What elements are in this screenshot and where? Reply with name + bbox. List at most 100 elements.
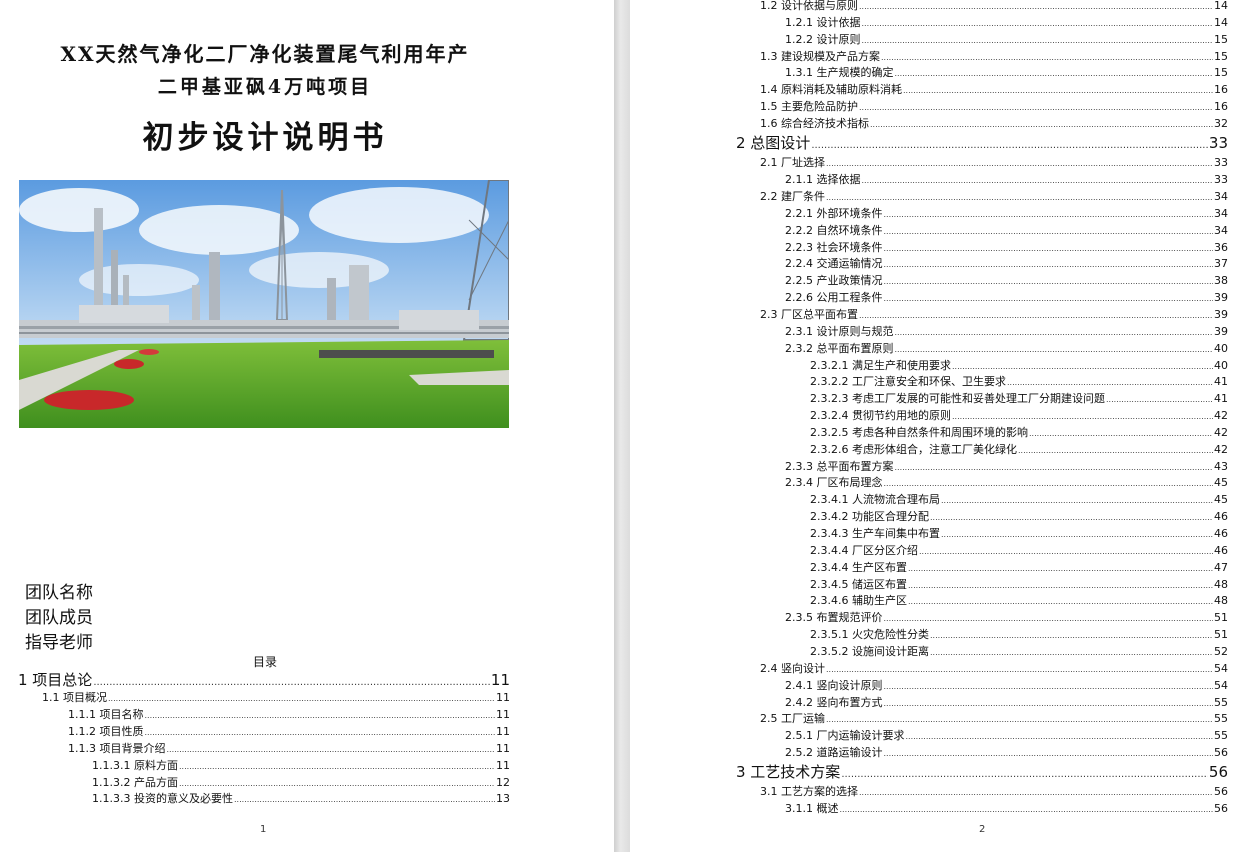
page-number: 1 [260,824,267,835]
toc-entry[interactable]: 1.3 建设规模及产品方案 15 [760,49,1228,65]
advisor-label: 指导老师 [25,633,93,653]
toc-entry-page: 12 [496,775,510,789]
toc-leader-dots [884,695,1214,712]
toc-entry[interactable]: 1.6 综合经济技术指标 32 [760,116,1228,132]
toc-entry[interactable]: 3.1 工艺方案的选择 56 [760,784,1228,800]
toc-entry[interactable]: 2.1.1 选择依据 33 [785,172,1228,188]
toc-entry[interactable]: 2.2 建厂条件 34 [760,189,1228,205]
toc-entry-page: 54 [1214,678,1228,692]
toc-entry[interactable]: 2.2.5 产业政策情况 38 [785,273,1228,289]
toc-entry[interactable]: 2.3.4.4 生产区布置 47 [810,560,1228,576]
toc-entry-page: 55 [1214,695,1228,709]
toc-entry[interactable]: 2.3.2.1 满足生产和使用要求 40 [810,358,1228,374]
toc-entry[interactable]: 2.3.4.1 人流物流合理布局 45 [810,492,1228,508]
toc-entry[interactable]: 2.1 厂址选择 33 [760,155,1228,171]
toc-leader-dots [895,341,1214,358]
toc-entry[interactable]: 1.1.3.2 产品方面 12 [92,775,510,791]
team-members-label: 团队成员 [25,608,93,628]
toc-entry[interactable]: 2.3.2.5 考虑各种自然条件和周围环境的影响 42 [810,425,1228,441]
toc-entry[interactable]: 2.3 厂区总平面布置 39 [760,307,1228,323]
toc-entry[interactable]: 2.5 工厂运输 55 [760,711,1228,727]
toc-entry[interactable]: 2.2.2 自然环境条件 34 [785,223,1228,239]
toc-entry[interactable]: 2.4.2 竖向布置方式 55 [785,695,1228,711]
toc-entry[interactable]: 2.3.5.2 设施间设计距离 52 [810,644,1228,660]
toc-entry[interactable]: 2.3.2.2 工厂注意安全和环保、卫生要求 41 [810,374,1228,390]
toc-entry-label: 1 项目总论 [18,671,93,689]
toc-entry-page: 43 [1214,459,1228,473]
toc-leader-dots [884,745,1214,762]
toc-entry-label: 1.3.1 生产规模的确定 [785,66,894,80]
toc-entry-label: 2.5.1 厂内运输设计要求 [785,729,905,743]
toc-entry[interactable]: 1.2.2 设计原则 15 [785,32,1228,48]
toc-entry[interactable]: 1.1.3.3 投资的意义及必要性 13 [92,791,510,807]
toc-leader-dots [826,711,1213,728]
toc-entry[interactable]: 2.3.4.6 辅助生产区 48 [810,593,1228,609]
toc-entry[interactable]: 2.3.4.3 生产车间集中布置 46 [810,526,1228,542]
toc-entry-label: 2.4.2 竖向布置方式 [785,695,883,709]
toc-entry[interactable]: 1.2 设计依据与原则 14 [760,0,1228,14]
toc-entry[interactable]: 2.2.4 交通运输情况 37 [785,256,1228,272]
toc-leader-dots [826,155,1213,172]
toc-entry-page: 55 [1214,729,1228,743]
toc-entry[interactable]: 2.3.4.5 储运区布置 48 [810,577,1228,593]
toc-entry[interactable]: 2 总图设计 33 [736,133,1228,153]
toc-entry[interactable]: 1.1.2 项目性质 11 [68,724,510,740]
toc-entry[interactable]: 2.3.5 布置规范评价 51 [785,610,1228,626]
toc-entry[interactable]: 2.3.2.6 考虑形体组合，注意工厂美化绿化 42 [810,442,1228,458]
toc-entry-label: 2.4.1 竖向设计原则 [785,678,883,692]
toc-entry-label: 1.2.2 设计原则 [785,32,861,46]
toc-entry[interactable]: 2.3.5.1 火灾危险性分类 51 [810,627,1228,643]
team-name-label: 团队名称 [25,583,93,603]
toc-entry-label: 3.1.1 概述 [785,802,839,816]
toc-leader-dots [108,690,495,707]
toc-entry-page: 39 [1214,291,1228,305]
toc-entry-page: 56 [1208,762,1228,781]
toc-entry[interactable]: 3 工艺技术方案 56 [736,762,1228,782]
toc-leader-dots [884,240,1214,257]
toc-entry-label: 2.1 厂址选择 [760,156,825,170]
toc-entry-page: 42 [1214,442,1228,456]
toc-entry[interactable]: 2.3.4 厂区布局理念 45 [785,475,1228,491]
toc-entry-label: 2.3.2.2 工厂注意安全和环保、卫生要求 [810,375,1006,389]
toc-entry[interactable]: 2.3.2.3 考虑工厂发展的可能性和妥善处理工厂分期建设问题 41 [810,391,1228,407]
toc-leader-dots [862,32,1214,49]
toc-entry[interactable]: 2.3.1 设计原则与规范 39 [785,324,1228,340]
toc-entry[interactable]: 2.5.2 道路运输设计 56 [785,745,1228,761]
toc-entry[interactable]: 2.2.3 社会环境条件 36 [785,240,1228,256]
toc-entry-page: 42 [1214,425,1228,439]
toc-entry-label: 2.2.4 交通运输情况 [785,257,883,271]
toc-entry[interactable]: 2.2.1 外部环境条件 34 [785,206,1228,222]
toc-entry[interactable]: 1.1.3.1 原料方面 11 [92,758,510,774]
toc-entry[interactable]: 2.4 竖向设计 54 [760,661,1228,677]
toc-entry-page: 52 [1214,644,1228,658]
toc-entry-label: 2.3.4.1 人流物流合理布局 [810,493,940,507]
page-number: 2 [979,824,986,835]
toc-entry[interactable]: 2.3.2.4 贯彻节约用地的原则 42 [810,408,1228,424]
toc-entry[interactable]: 1.5 主要危险品防护 16 [760,99,1228,115]
toc-entry[interactable]: 2.4.1 竖向设计原则 54 [785,678,1228,694]
toc-leader-dots [841,762,1208,785]
toc-entry-label: 2.3.2.1 满足生产和使用要求 [810,358,951,372]
toc-entry[interactable]: 1.1.3 项目背景介绍 11 [68,741,510,757]
toc-entry-page: 37 [1214,257,1228,271]
toc-entry-page: 39 [1214,324,1228,338]
toc-entry[interactable]: 1.1.1 项目名称 11 [68,707,510,723]
toc-entry[interactable]: 1 项目总论 11 [18,670,510,690]
toc-entry[interactable]: 1.1 项目概况 11 [42,690,510,706]
toc-entry[interactable]: 2.3.4.4 厂区分区介绍 46 [810,543,1228,559]
toc-entry[interactable]: 1.2.1 设计依据 14 [785,15,1228,31]
toc-entry-page: 11 [496,724,510,738]
toc-entry-label: 2.2.2 自然环境条件 [785,223,883,237]
toc-entry-page: 51 [1214,628,1228,642]
toc-entry[interactable]: 2.3.4.2 功能区合理分配 46 [810,509,1228,525]
toc-entry[interactable]: 2.2.6 公用工程条件 39 [785,290,1228,306]
toc-entry[interactable]: 1.3.1 生产规模的确定 15 [785,65,1228,81]
cover-title-line2: 二甲基亚砜4万吨项目 [157,76,373,98]
toc-leader-dots [859,0,1213,15]
toc-entry[interactable]: 2.5.1 厂内运输设计要求 55 [785,728,1228,744]
toc-entry[interactable]: 2.3.2 总平面布置原则 40 [785,341,1228,357]
toc-entry[interactable]: 1.4 原料消耗及辅助原料消耗 16 [760,82,1228,98]
toc-entry[interactable]: 3.1.1 概述 56 [785,801,1228,817]
toc-leader-dots [884,678,1214,695]
toc-entry[interactable]: 2.3.3 总平面布置方案 43 [785,459,1228,475]
